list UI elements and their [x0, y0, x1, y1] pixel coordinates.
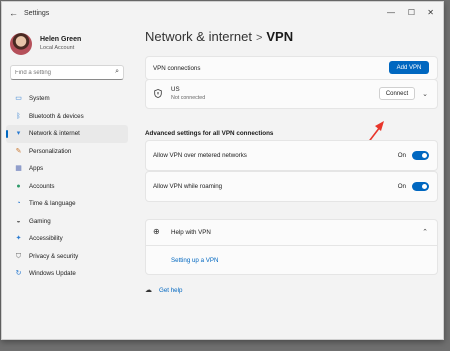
sidebar-item-accounts[interactable]: ● Accounts	[6, 178, 128, 196]
roaming-setting-card: Allow VPN while roaming On	[145, 171, 438, 202]
metered-toggle[interactable]	[412, 151, 429, 160]
wifi-icon: ▾	[16, 130, 21, 137]
sidebar-item-gaming[interactable]: ◒ Gaming	[6, 213, 128, 231]
metered-label: Allow VPN over metered networks	[153, 152, 247, 159]
advanced-settings-heading: Advanced settings for all VPN connection…	[145, 130, 274, 137]
search-input[interactable]	[15, 68, 109, 77]
roaming-label: Allow VPN while roaming	[153, 183, 223, 190]
vpn-connections-card: VPN connections Add VPN	[145, 56, 438, 80]
person-icon: ●	[16, 182, 21, 190]
sidebar-item-label: Time & language	[29, 200, 76, 207]
metered-setting-card: Allow VPN over metered networks On	[145, 140, 438, 171]
vpn-connections-label: VPN connections	[153, 65, 201, 72]
close-icon[interactable]: ✕	[427, 8, 434, 17]
gamepad-icon: ◒	[16, 217, 21, 225]
sidebar-item-label: Apps	[29, 165, 44, 172]
setting-up-vpn-link[interactable]: Setting up a VPN	[171, 257, 218, 264]
roaming-toggle[interactable]	[412, 182, 429, 191]
sidebar: Helen Green Local Account ⌕ ▭ System ᛒ B…	[2, 24, 132, 339]
breadcrumb-parent[interactable]: Network & internet	[145, 29, 252, 44]
avatar[interactable]	[10, 33, 32, 55]
user-account-type: Local Account	[40, 45, 75, 51]
main-content: Network & internet > VPN VPN connections A…	[132, 24, 443, 339]
app-title: Settings	[24, 10, 50, 17]
sidebar-item-apps[interactable]: ▦ Apps	[6, 160, 128, 178]
title-bar: ← Settings — ☐ ✕	[2, 2, 443, 24]
sidebar-item-label: Bluetooth & devices	[29, 112, 84, 120]
globe-icon: ⊕	[153, 227, 160, 236]
sidebar-item-label: Gaming	[29, 217, 51, 225]
sidebar-item-label: Accounts	[29, 182, 55, 190]
connect-button[interactable]: Connect	[379, 87, 415, 100]
sidebar-item-personalization[interactable]: ✎ Personalization	[6, 143, 128, 161]
help-title[interactable]: Help with VPN	[171, 229, 211, 236]
sidebar-item-bluetooth[interactable]: ᛒ Bluetooth & devices	[6, 108, 128, 126]
brush-icon: ✎	[15, 147, 22, 155]
vpn-name: US	[171, 86, 180, 93]
apps-icon: ▦	[15, 165, 22, 172]
breadcrumb: Network & internet > VPN	[145, 29, 293, 44]
sidebar-item-accessibility[interactable]: ✦ Accessibility	[6, 230, 128, 248]
vpn-shield-icon	[154, 89, 162, 98]
chevron-up-icon[interactable]: ⌃	[422, 228, 428, 236]
maximize-icon[interactable]: ☐	[408, 8, 415, 17]
globe-clock-icon: ◔	[16, 200, 21, 207]
vpn-entry-card[interactable]: US Not connected Connect ⌄	[145, 79, 438, 109]
sidebar-item-label: Privacy & security	[29, 252, 79, 260]
minimize-icon[interactable]: —	[387, 8, 395, 17]
accessibility-icon: ✦	[15, 235, 22, 242]
add-vpn-button[interactable]: Add VPN	[389, 61, 429, 74]
user-name: Helen Green	[40, 36, 82, 43]
sidebar-nav: ▭ System ᛒ Bluetooth & devices ▾ Network…	[6, 90, 128, 283]
sidebar-item-windows-update[interactable]: ↻ Windows Update	[6, 265, 128, 283]
monitor-icon: ▭	[15, 95, 22, 102]
bluetooth-icon: ᛒ	[16, 112, 21, 120]
update-icon: ↻	[15, 270, 22, 277]
chevron-down-icon[interactable]: ⌄	[422, 90, 428, 98]
help-card: ⊕ Help with VPN ⌃ Setting up a VPN	[145, 219, 438, 275]
sidebar-item-label: Network & internet	[29, 130, 80, 137]
vpn-status: Not connected	[171, 95, 206, 101]
search-icon[interactable]: ⌕	[115, 68, 119, 76]
get-help-icon: ☁	[145, 287, 152, 294]
search-box[interactable]: ⌕	[10, 65, 124, 80]
sidebar-item-network[interactable]: ▾ Network & internet	[6, 125, 128, 143]
sidebar-item-label: System	[29, 95, 50, 102]
breadcrumb-separator: >	[255, 32, 263, 44]
sidebar-item-label: Personalization	[29, 147, 72, 155]
sidebar-item-system[interactable]: ▭ System	[6, 90, 128, 108]
page-title: VPN	[266, 29, 294, 44]
back-arrow-icon[interactable]: ←	[9, 8, 18, 18]
sidebar-item-time-language[interactable]: ◔ Time & language	[6, 195, 128, 213]
metered-state: On	[397, 152, 406, 159]
roaming-state: On	[397, 183, 406, 190]
settings-window: ← Settings — ☐ ✕ Helen Green Local Accou…	[1, 1, 444, 340]
sidebar-item-label: Accessibility	[29, 235, 63, 242]
sidebar-item-privacy[interactable]: ⛉ Privacy & security	[6, 248, 128, 266]
shield-icon: ⛉	[15, 252, 22, 260]
sidebar-item-label: Windows Update	[29, 270, 76, 277]
get-help-link[interactable]: Get help	[159, 287, 182, 294]
